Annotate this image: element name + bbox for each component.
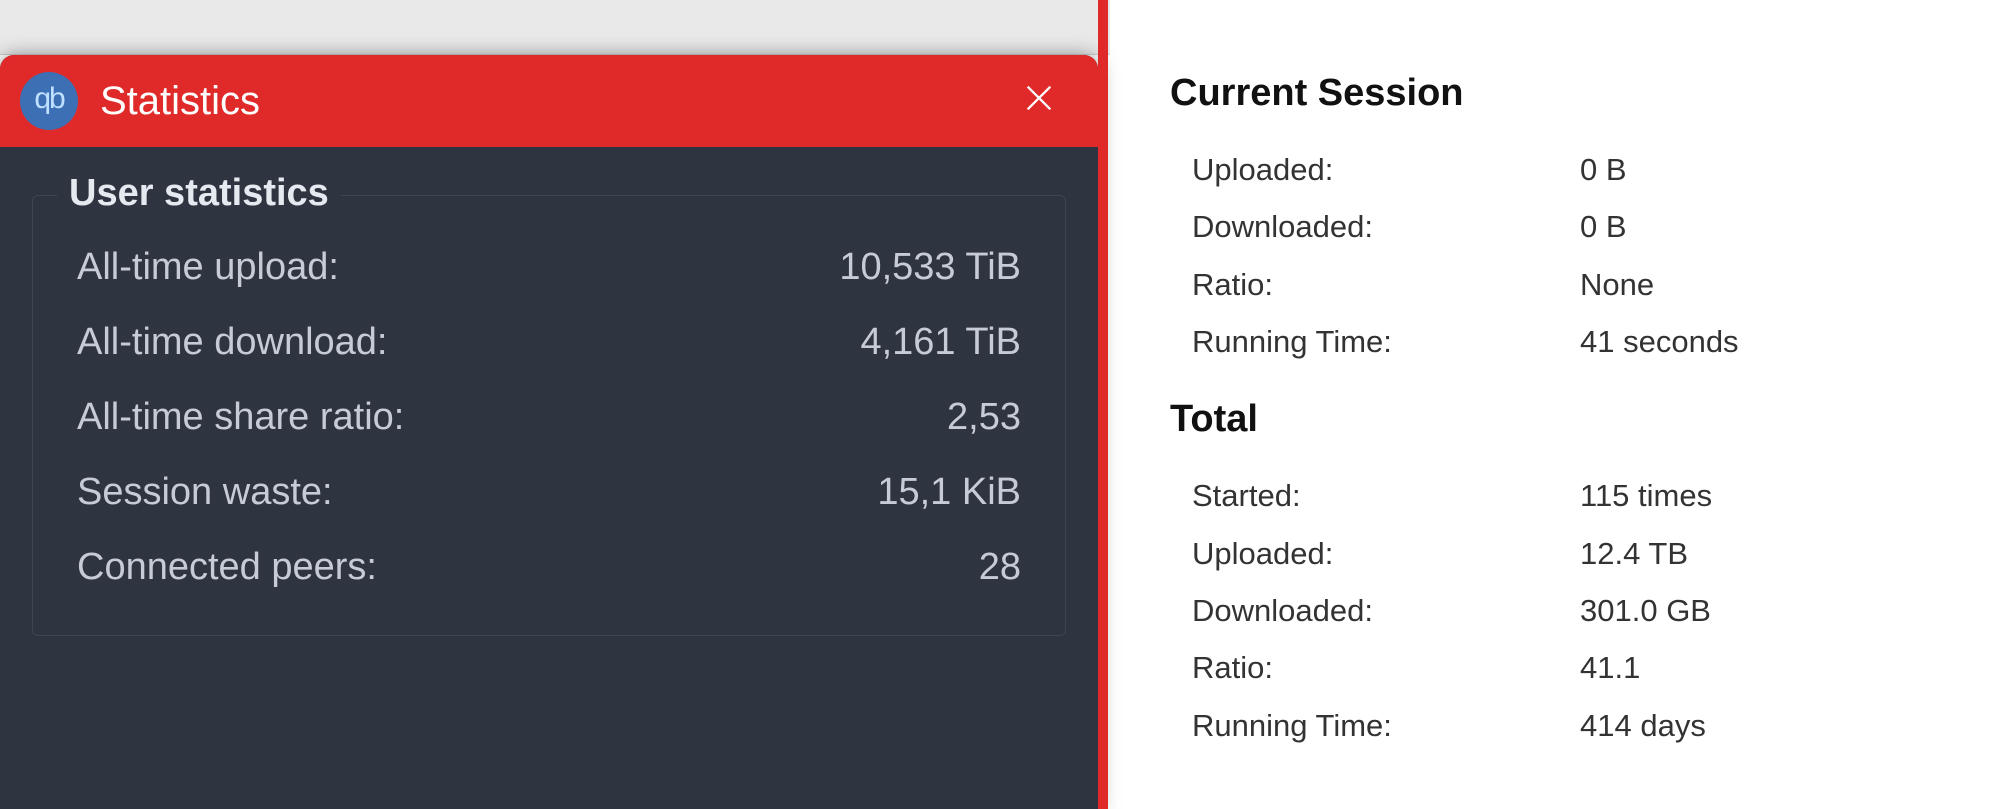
qb-label: All-time share ratio: xyxy=(77,396,404,439)
dl-row-session-downloaded: Downloaded: 0 B xyxy=(1170,198,1970,255)
dl-label: Downloaded: xyxy=(1170,198,1580,255)
qb-window-title: Statistics xyxy=(100,79,1010,124)
dl-row-total-uploaded: Uploaded: 12.4 TB xyxy=(1170,525,1970,582)
qb-row-alltime-ratio: All-time share ratio: 2,53 xyxy=(73,380,1025,455)
qb-app-icon: qb xyxy=(20,72,78,130)
qb-user-statistics-group: User statistics All-time upload: 10,533 … xyxy=(32,195,1066,636)
qb-value: 10,533 TiB xyxy=(839,246,1021,289)
dl-row-total-downloaded: Downloaded: 301.0 GB xyxy=(1170,582,1970,639)
qb-group-title: User statistics xyxy=(57,172,341,215)
qb-label: All-time download: xyxy=(77,321,387,364)
divider-stripe xyxy=(1098,0,1108,809)
dl-label: Ratio: xyxy=(1170,256,1580,313)
dl-value: None xyxy=(1580,256,1970,313)
qb-row-connected-peers: Connected peers: 28 xyxy=(73,530,1025,605)
dl-row-session-ratio: Ratio: None xyxy=(1170,256,1970,313)
dl-row-session-running-time: Running Time: 41 seconds xyxy=(1170,313,1970,370)
qb-row-alltime-upload: All-time upload: 10,533 TiB xyxy=(73,230,1025,305)
dl-value: 12.4 TB xyxy=(1580,525,1970,582)
dl-value: 414 days xyxy=(1580,697,1970,754)
dl-row-session-uploaded: Uploaded: 0 B xyxy=(1170,141,1970,198)
dl-label: Ratio: xyxy=(1170,639,1580,696)
qb-label: Connected peers: xyxy=(77,546,377,589)
dl-label: Running Time: xyxy=(1170,697,1580,754)
qb-value: 4,161 TiB xyxy=(860,321,1021,364)
dl-statistics-panel: Current Session Uploaded: 0 B Downloaded… xyxy=(1170,60,1970,754)
dl-label: Uploaded: xyxy=(1170,141,1580,198)
qb-value: 28 xyxy=(979,546,1021,589)
dl-value: 301.0 GB xyxy=(1580,582,1970,639)
qb-value: 2,53 xyxy=(947,396,1021,439)
dl-value: 0 B xyxy=(1580,141,1970,198)
dl-row-total-started: Started: 115 times xyxy=(1170,467,1970,524)
window-backdrop xyxy=(0,0,1110,55)
qb-titlebar[interactable]: qb Statistics xyxy=(0,55,1098,147)
dl-value: 115 times xyxy=(1580,467,1970,524)
qb-value: 15,1 KiB xyxy=(877,471,1021,514)
qb-row-alltime-download: All-time download: 4,161 TiB xyxy=(73,305,1025,380)
dl-row-total-ratio: Ratio: 41.1 xyxy=(1170,639,1970,696)
dl-value: 41.1 xyxy=(1580,639,1970,696)
dl-row-total-running-time: Running Time: 414 days xyxy=(1170,697,1970,754)
qb-app-icon-text: qb xyxy=(34,82,63,116)
dl-label: Downloaded: xyxy=(1170,582,1580,639)
qb-label: Session waste: xyxy=(77,471,333,514)
qb-row-session-waste: Session waste: 15,1 KiB xyxy=(73,455,1025,530)
qb-label: All-time upload: xyxy=(77,246,339,289)
dl-value: 0 B xyxy=(1580,198,1970,255)
dl-value: 41 seconds xyxy=(1580,313,1970,370)
qb-statistics-dialog: qb Statistics User statistics All-time u… xyxy=(0,55,1098,809)
qb-body: User statistics All-time upload: 10,533 … xyxy=(0,147,1098,636)
dl-label: Running Time: xyxy=(1170,313,1580,370)
dl-current-session-heading: Current Session xyxy=(1170,72,1970,115)
dl-label: Uploaded: xyxy=(1170,525,1580,582)
close-icon[interactable] xyxy=(1010,77,1068,126)
dl-label: Started: xyxy=(1170,467,1580,524)
dl-total-heading: Total xyxy=(1170,398,1970,441)
